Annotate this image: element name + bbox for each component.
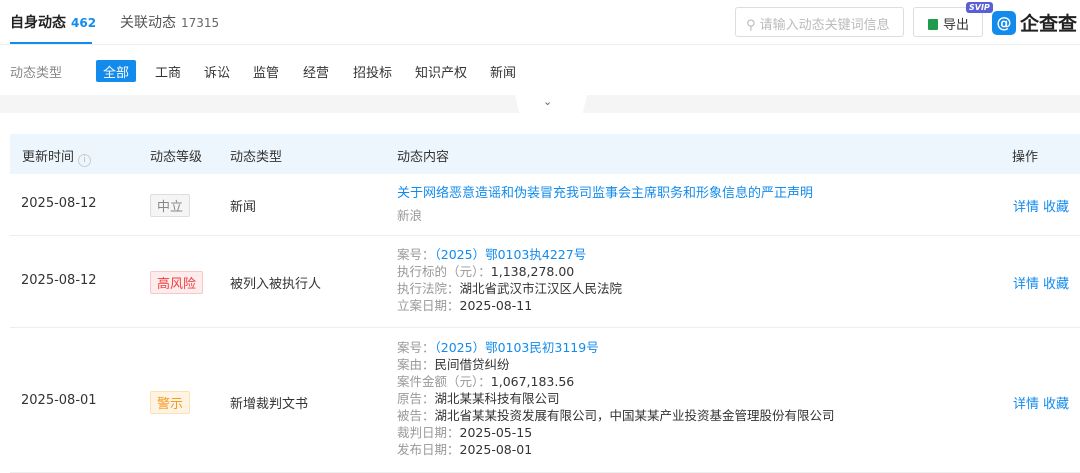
table-row: 2025-08-12 高风险 被列入被执行人 案号：（2025）鄂0103执42… (10, 236, 1080, 328)
excel-icon (928, 19, 938, 30)
filter-ip[interactable]: 知识产权 (408, 60, 474, 82)
detail-link[interactable]: 详情 (1013, 277, 1039, 292)
judgment-date-field: 裁判日期：2025-05-15 (397, 425, 533, 440)
update-type: 新增裁判文书 (230, 397, 309, 412)
level-badge: 中立 (150, 194, 191, 217)
logo-icon: @ (992, 10, 1016, 35)
defendant-field: 被告：湖北省某某投资发展有限公司，中国某某产业投资基金管理股份有限公司 (397, 408, 835, 423)
logo-text: 企查查 (1020, 13, 1078, 35)
header-content: 动态内容 (397, 150, 450, 165)
news-source: 新浪 (397, 208, 423, 223)
filter-litigation[interactable]: 诉讼 (197, 60, 237, 82)
case-number-link[interactable]: （2025）鄂0103执4227号 (435, 247, 587, 262)
filter-operation[interactable]: 经营 (296, 60, 336, 82)
filter-regulation[interactable]: 监管 (246, 60, 286, 82)
publish-date-field: 发布日期：2025-08-01 (397, 442, 533, 457)
filter-news[interactable]: 新闻 (483, 60, 523, 82)
tab-self-updates[interactable]: 自身动态 462 (10, 12, 96, 32)
search-input[interactable]: ⚲ 请输入动态关键词信息 (735, 7, 904, 37)
level-badge: 高风险 (150, 271, 204, 294)
header-actions: 操作 (1012, 150, 1039, 165)
detail-link[interactable]: 详情 (1013, 397, 1039, 412)
case-number-link[interactable]: （2025）鄂0103民初3119号 (435, 340, 599, 355)
export-label: 导出 (943, 18, 970, 33)
filter-bidding[interactable]: 招投标 (346, 60, 399, 82)
svip-badge: SVIP (966, 2, 993, 13)
court-field: 执行法院：湖北省武汉市江汉区人民法院 (397, 281, 623, 296)
chevron-down-icon[interactable]: ⌄ (543, 95, 552, 108)
tab-count: 462 (71, 16, 97, 30)
tab-count: 17315 (181, 16, 220, 30)
level-badge: 警示 (150, 391, 191, 414)
plaintiff-field: 原告：湖北某某科技有限公司 (397, 391, 560, 406)
case-number-field: 案号：（2025）鄂0103民初3119号 (397, 340, 599, 355)
tab-label: 自身动态 (10, 15, 66, 31)
qichacha-logo: @ 企查查 (992, 9, 1077, 36)
favorite-link[interactable]: 收藏 (1043, 277, 1069, 292)
update-date: 2025-08-12 (21, 196, 97, 211)
execution-amount-field: 执行标的（元）：1,138,278.00 (397, 264, 575, 279)
update-date: 2025-08-12 (21, 273, 97, 288)
table-row: 2025-08-01 警示 新增裁判文书 案号：（2025）鄂0103民初311… (10, 328, 1080, 473)
header-level: 动态等级 (150, 150, 203, 165)
favorite-link[interactable]: 收藏 (1043, 397, 1069, 412)
tab-label: 关联动态 (120, 15, 176, 31)
detail-link[interactable]: 详情 (1013, 200, 1039, 215)
favorite-link[interactable]: 收藏 (1043, 200, 1069, 215)
update-type: 被列入被执行人 (230, 277, 322, 292)
filter-all[interactable]: 全部 (96, 60, 137, 82)
table-row: 2025-08-12 中立 新闻 关于网络恶意造谣和伪装冒充我司监事会主席职务和… (10, 174, 1080, 236)
header-type: 动态类型 (230, 150, 283, 165)
filter-label: 动态类型 (10, 66, 63, 81)
case-number-field: 案号：（2025）鄂0103执4227号 (397, 247, 587, 262)
search-icon: ⚲ (746, 18, 760, 33)
news-title-link[interactable]: 关于网络恶意造谣和伪装冒充我司监事会主席职务和形象信息的严正声明 (397, 185, 813, 202)
filing-date-field: 立案日期：2025-08-11 (397, 298, 533, 313)
case-cause-field: 案由：民间借贷纠纷 (397, 357, 510, 372)
header-update-time: 更新时间 i (22, 146, 92, 167)
filter-business[interactable]: 工商 (148, 60, 188, 82)
divider (0, 44, 1080, 45)
update-date: 2025-08-01 (21, 393, 97, 408)
tab-related-updates[interactable]: 关联动态 17315 (120, 12, 219, 32)
case-amount-field: 案件金额（元）：1,067,183.56 (397, 374, 575, 389)
search-placeholder: 请输入动态关键词信息 (759, 18, 890, 33)
info-icon[interactable]: i (78, 154, 92, 167)
update-type: 新闻 (230, 200, 257, 215)
